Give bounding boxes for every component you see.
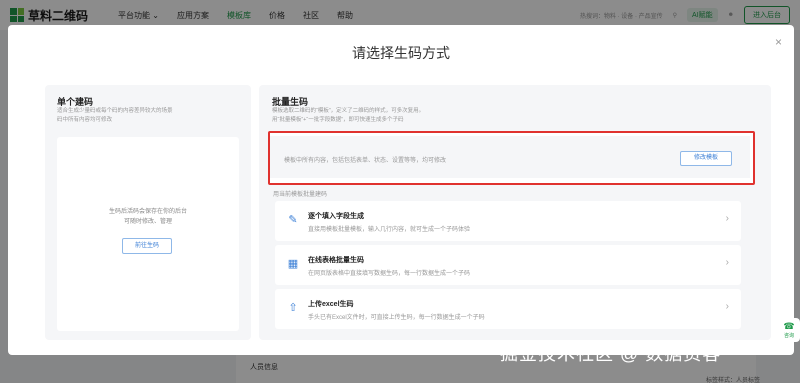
option-title: 在线表格批量生码 xyxy=(308,257,364,264)
headset-icon: ☎ xyxy=(783,321,795,331)
modify-template-button[interactable]: 修改模板 xyxy=(680,151,732,166)
table-icon: ▦ xyxy=(287,258,299,270)
single-code-panel: 单个建码 适合生成少量码或每个码的内容差异较大的场景 码中所有内容均可修改 生码… xyxy=(45,85,251,340)
batch-code-desc: 模板选取二维码的“模板”，定义了二维码的样式，可多次复用。 用“批量模板”+“一… xyxy=(272,108,425,123)
service-label: 咨询 xyxy=(783,333,794,339)
option-title: 上传excel生码 xyxy=(308,301,354,308)
option-desc: 在网页版表格中直接填写数据生码，每一行数据生成一个子码 xyxy=(308,271,471,277)
goto-generate-button[interactable]: 前往生码 xyxy=(122,238,172,254)
option-title: 逐个填入字段生成 xyxy=(308,213,364,220)
modal-title: 请选择生码方式 xyxy=(352,45,450,61)
upload-icon: ⇧ xyxy=(288,302,298,314)
option-online-table[interactable]: ▦ 在线表格批量生码 在网页版表格中直接填写数据生码，每一行数据生成一个子码 › xyxy=(275,245,741,285)
option-upload-excel[interactable]: ⇧ 上传excel生码 手头已有Excel文件时，可直接上传生码，每一行数据生成… xyxy=(275,289,741,329)
chevron-right-icon: › xyxy=(725,213,729,224)
option-desc: 手头已有Excel文件时，可直接上传生码，每一行数据生成一个子码 xyxy=(308,315,485,321)
single-code-desc: 适合生成少量码或每个码的内容差异较大的场景 码中所有内容均可修改 xyxy=(57,108,173,123)
batch-sub-label: 用当前模板批量建码 xyxy=(273,192,328,198)
option-desc: 直接用模板批量模板，输入几行内容，就可生成一个子码体验 xyxy=(308,227,471,233)
single-code-card: 生码后活码会保存在你的后台 可随时修改、管理 前往生码 xyxy=(57,137,239,331)
template-desc: 模板中所有内容，包括包括表单、状态、设置等等，均可修改 xyxy=(284,158,447,164)
chevron-right-icon: › xyxy=(725,257,729,268)
chevron-right-icon: › xyxy=(725,301,729,312)
watermark: 掘金技术社区 @ 数据资客 xyxy=(500,344,722,364)
single-code-card-text: 生码后活码会保存在你的后台 可随时修改、管理 xyxy=(108,209,187,226)
option-fill-fields[interactable]: ✎ 逐个填入字段生成 直接用模板批量模板，输入几行内容，就可生成一个子码体验 › xyxy=(275,201,741,241)
edit-icon: ✎ xyxy=(288,214,298,226)
customer-service-button[interactable]: ☎ 咨询 xyxy=(778,318,800,342)
